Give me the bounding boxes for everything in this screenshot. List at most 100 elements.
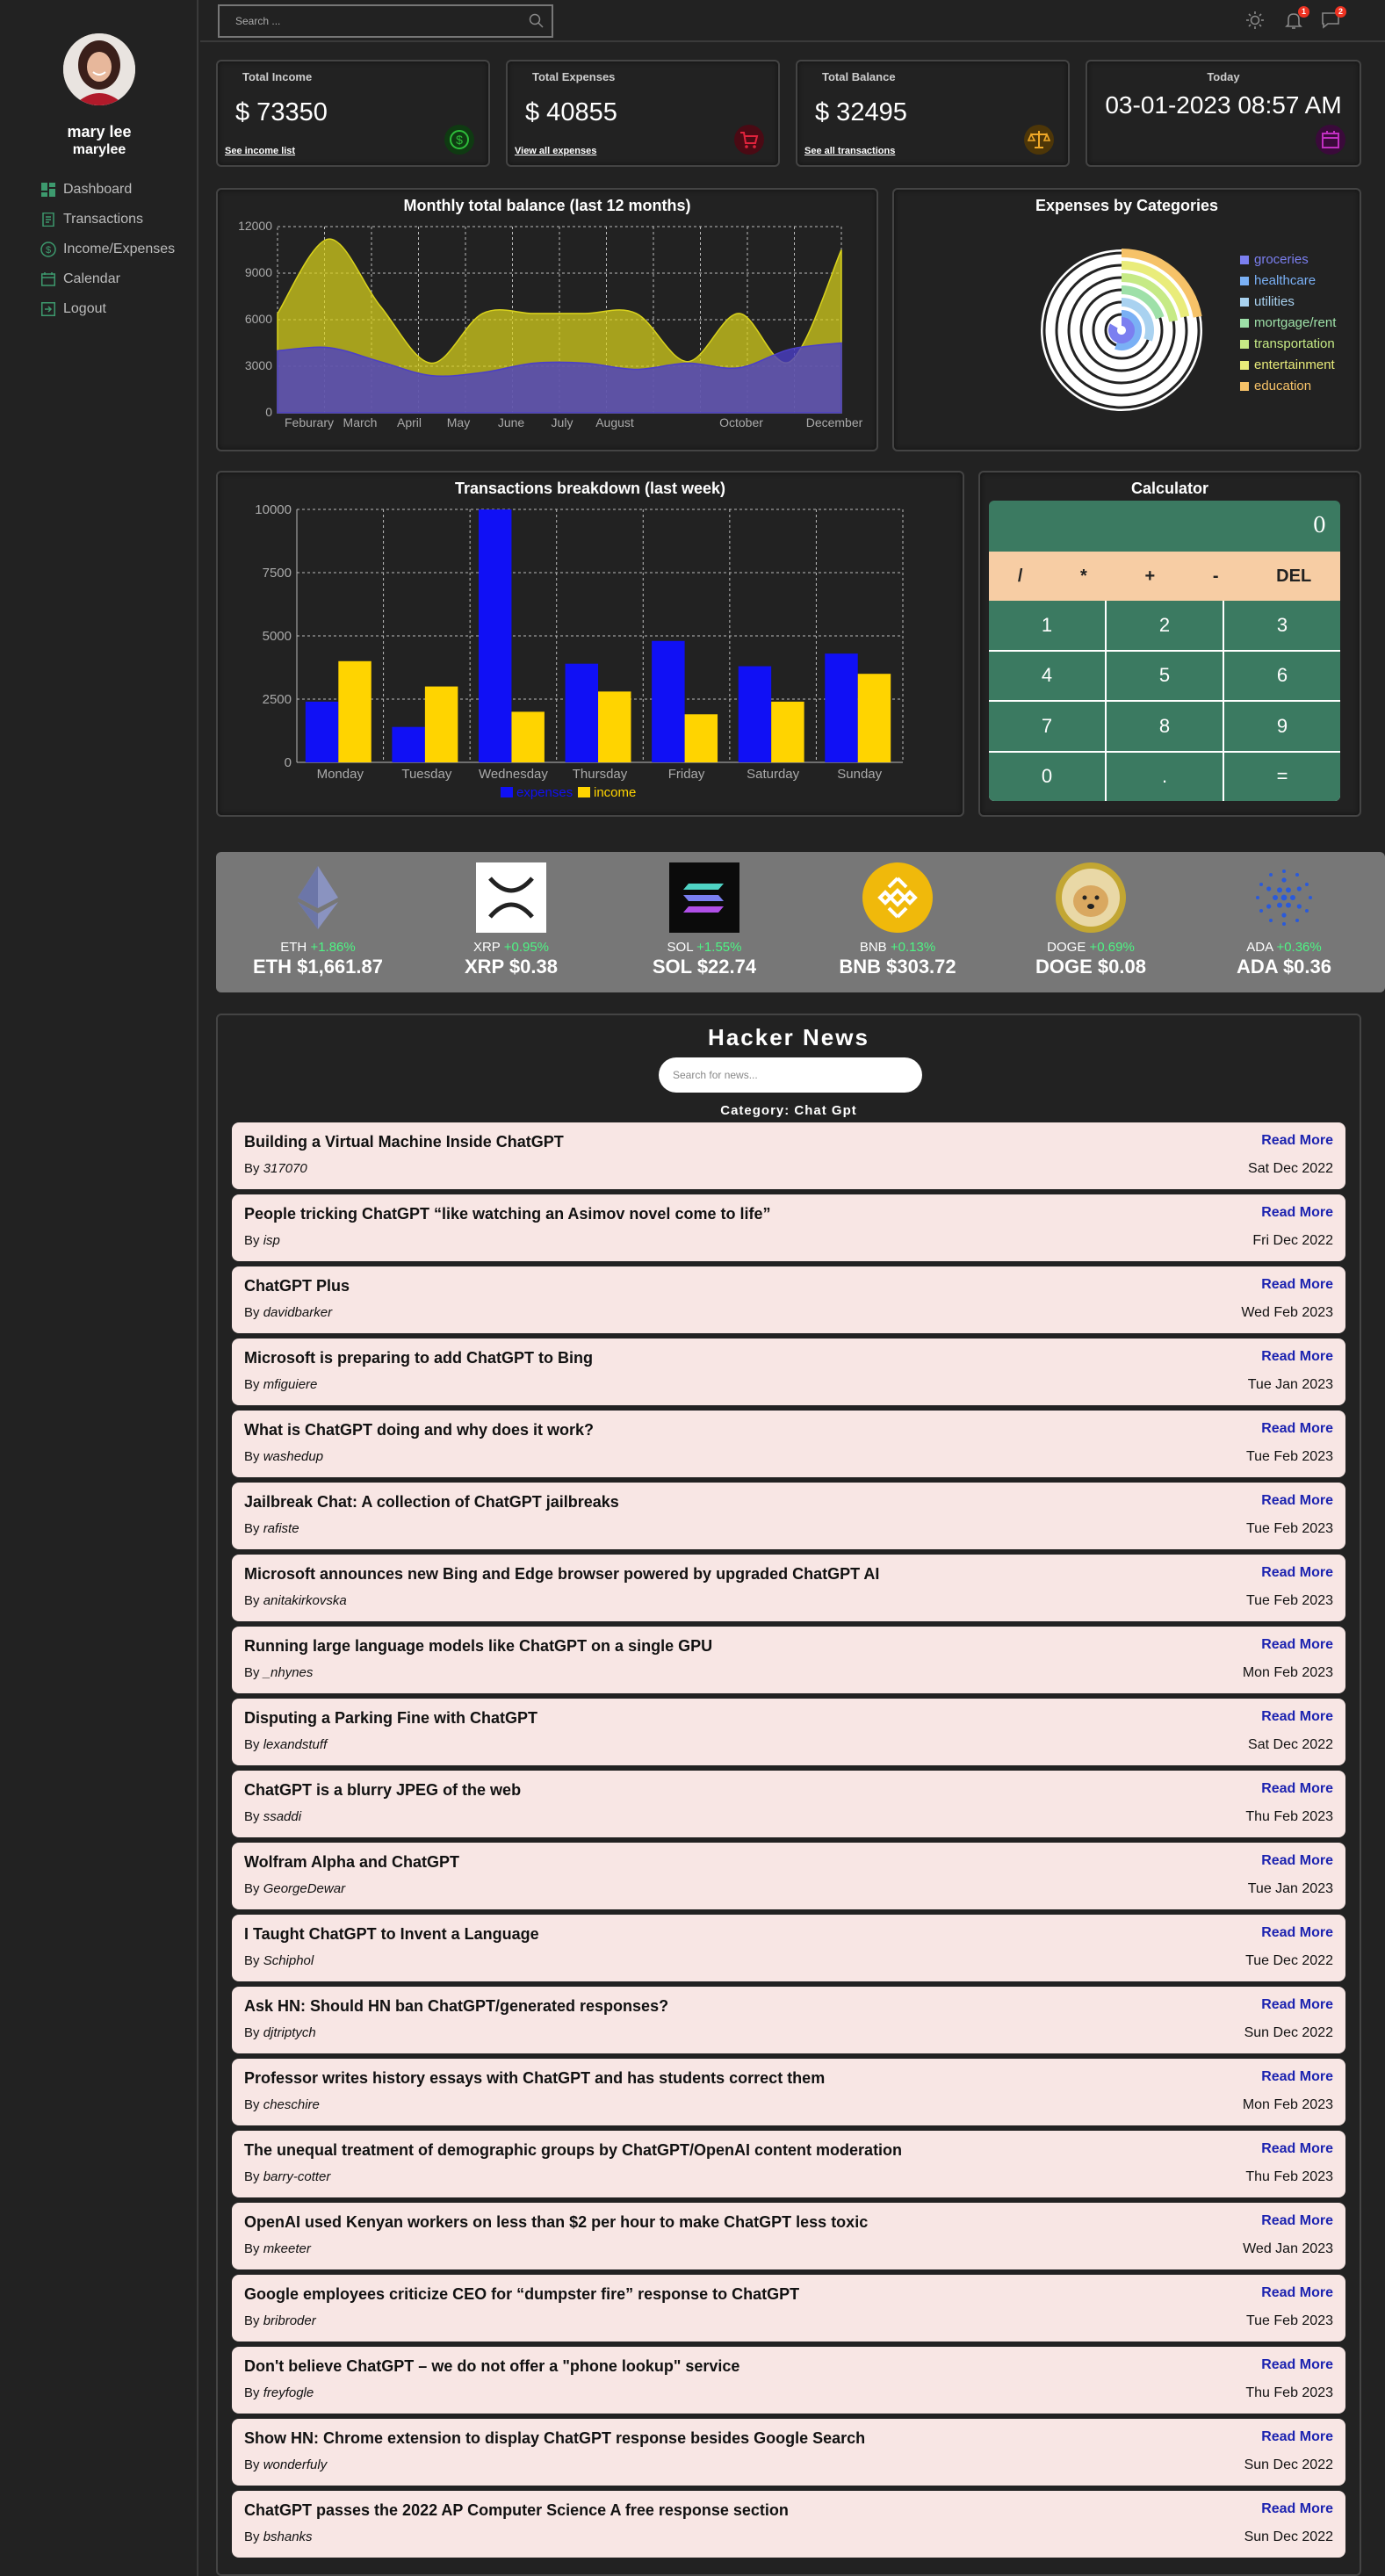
calc-add-button[interactable]: + [1145, 566, 1156, 587]
search-icon[interactable] [529, 13, 545, 29]
cardano-dot [1309, 896, 1312, 899]
calc-key-9[interactable]: 9 [1224, 702, 1340, 751]
news-by-label: By [244, 1809, 260, 1824]
calc-key-5[interactable]: 5 [1107, 651, 1223, 700]
news-item: Disputing a Parking Fine with ChatGPT By … [232, 1699, 1345, 1765]
coin-eth: ETH +1.86% ETH $1,661.87 [230, 862, 406, 978]
news-author-name: _nhynes [263, 1665, 314, 1680]
calc-divide-button[interactable]: / [1018, 566, 1023, 587]
read-more-link[interactable]: Read More [1261, 1997, 1333, 2013]
read-more-link[interactable]: Read More [1261, 1637, 1333, 1653]
read-more-link[interactable]: Read More [1261, 1133, 1333, 1149]
coin-bnb: BNB +0.13% BNB $303.72 [810, 862, 985, 978]
hacker-news-panel: Hacker News Category: Chat Gpt Building … [216, 1014, 1361, 2576]
legend-label: utilities [1254, 294, 1295, 309]
expenses-card: Total Expenses $ 40855 View all expenses [506, 60, 780, 167]
sidebar-item-transactions[interactable]: Transactions [40, 209, 143, 230]
news-search-input[interactable] [659, 1057, 922, 1093]
read-more-link[interactable]: Read More [1261, 1349, 1333, 1365]
calc-key-equals[interactable]: = [1224, 752, 1340, 801]
cardano-dot [1282, 922, 1286, 926]
read-more-link[interactable]: Read More [1261, 2357, 1333, 2373]
read-more-link[interactable]: Read More [1261, 1709, 1333, 1725]
news-author: By Schiphol [244, 1953, 314, 1968]
bar-expenses [652, 640, 685, 762]
news-date: Tue Jan 2023 [1247, 1377, 1333, 1392]
calc-key-8[interactable]: 8 [1107, 702, 1223, 751]
read-more-link[interactable]: Read More [1261, 2213, 1333, 2229]
calc-key-3[interactable]: 3 [1224, 601, 1340, 650]
legend-swatch [501, 787, 513, 797]
calc-key-decimal[interactable]: . [1107, 752, 1223, 801]
x-tick-label: Saturday [747, 767, 800, 782]
calc-delete-button[interactable]: DEL [1276, 566, 1311, 587]
transactions-list-link[interactable]: See all transactions [804, 146, 895, 156]
read-more-link[interactable]: Read More [1261, 1853, 1333, 1869]
news-date: Sun Dec 2022 [1244, 2457, 1333, 2472]
news-date: Wed Feb 2023 [1241, 1305, 1333, 1320]
read-more-link[interactable]: Read More [1261, 1277, 1333, 1293]
news-item: Jailbreak Chat: A collection of ChatGPT … [232, 1483, 1345, 1549]
sidebar-item-dashboard[interactable]: Dashboard [40, 179, 132, 200]
calc-key-6[interactable]: 6 [1224, 651, 1340, 700]
news-by-label: By [244, 2313, 260, 2328]
hacker-news-title: Hacker News [708, 1024, 869, 1050]
top-bar: 1 2 [200, 0, 1385, 42]
bar-expenses [565, 663, 599, 762]
bar-income [684, 714, 718, 762]
bar-income [338, 660, 371, 762]
calc-key-7[interactable]: 7 [989, 702, 1105, 751]
news-title: Disputing a Parking Fine with ChatGPT [244, 1709, 538, 1727]
read-more-link[interactable]: Read More [1261, 1493, 1333, 1509]
news-author-name: bribroder [263, 2313, 316, 2328]
read-more-link[interactable]: Read More [1261, 2141, 1333, 2157]
calc-subtract-button[interactable]: - [1213, 566, 1219, 587]
news-author: By bshanks [244, 2529, 313, 2544]
read-more-link[interactable]: Read More [1261, 1205, 1333, 1221]
read-more-link[interactable]: Read More [1261, 1781, 1333, 1797]
sidebar-item-calendar[interactable]: Calendar [40, 269, 120, 290]
news-title: ChatGPT is a blurry JPEG of the web [244, 1781, 522, 1799]
income-list-link[interactable]: See income list [225, 146, 295, 156]
news-author: By freyfogle [244, 2385, 314, 2400]
read-more-link[interactable]: Read More [1261, 2429, 1333, 2445]
cardano-dot [1266, 886, 1272, 891]
calc-key-0[interactable]: 0 [989, 752, 1105, 801]
news-date: Wed Jan 2023 [1243, 2241, 1333, 2256]
read-more-link[interactable]: Read More [1261, 2285, 1333, 2301]
expenses-list-link[interactable]: View all expenses [515, 146, 596, 156]
read-more-link[interactable]: Read More [1261, 1421, 1333, 1437]
calc-key-2[interactable]: 2 [1107, 601, 1223, 650]
cardano-dot [1296, 886, 1302, 891]
news-title: Building a Virtual Machine Inside ChatGP… [244, 1133, 564, 1151]
read-more-link[interactable]: Read More [1261, 2069, 1333, 2085]
legend-swatch [1240, 382, 1249, 391]
read-more-link[interactable]: Read More [1261, 1565, 1333, 1581]
x-tick-label: December [806, 415, 863, 429]
calc-multiply-button[interactable]: * [1080, 566, 1087, 587]
theme-toggle-sun-icon[interactable] [1245, 11, 1265, 30]
notifications-bell-icon[interactable]: 1 [1284, 6, 1309, 30]
news-author: By davidbarker [244, 1305, 332, 1320]
read-more-link[interactable]: Read More [1261, 2501, 1333, 2517]
news-by-label: By [244, 1449, 260, 1464]
y-tick-label: 0 [285, 755, 292, 770]
search-input[interactable] [220, 6, 518, 36]
sidebar-item-logout[interactable]: Logout [40, 299, 106, 320]
news-by-label: By [244, 1161, 260, 1176]
sidebar-item-label: Calendar [63, 271, 120, 286]
calc-key-1[interactable]: 1 [989, 601, 1105, 650]
balance-area-chart: 0 3000 6000 9000 12000 Feburary March April May J… [238, 219, 863, 429]
read-more-link[interactable]: Read More [1261, 1925, 1333, 1941]
messages-chat-icon[interactable]: 2 [1321, 6, 1346, 30]
avatar[interactable] [63, 33, 135, 105]
scale-balance-icon [1024, 125, 1054, 155]
dollar-circle-icon: $ [444, 125, 474, 155]
news-title: I Taught ChatGPT to Invent a Language [244, 1925, 539, 1943]
calc-key-4[interactable]: 4 [989, 651, 1105, 700]
cardano-dot [1277, 887, 1282, 893]
coin-price: ADA $0.36 [1236, 956, 1331, 978]
sidebar-item-income-expenses[interactable]: $ Income/Expenses [40, 239, 175, 260]
news-date: Tue Dec 2022 [1245, 1953, 1333, 1968]
income-card: Total Income $ 73350 See income list $ [216, 60, 490, 167]
